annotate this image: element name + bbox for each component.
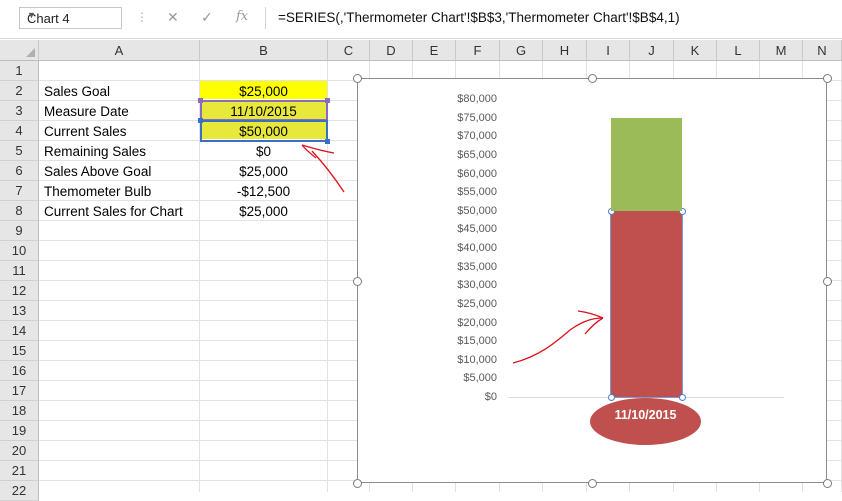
- annotation-arrow-chart: [512, 317, 604, 364]
- annotation-arrowhead-cells: [301, 144, 335, 159]
- annotation-arrow-cells: [311, 150, 345, 193]
- annotation-arrows: [301, 144, 604, 364]
